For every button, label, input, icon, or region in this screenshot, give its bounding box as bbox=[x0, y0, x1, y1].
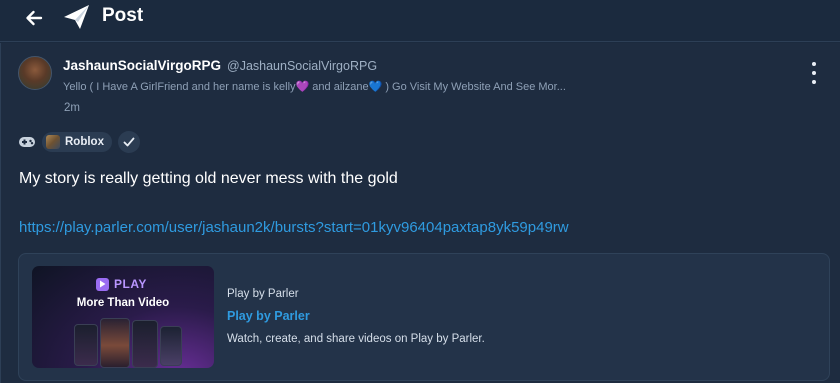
link-preview-thumbnail: PLAY More Than Video bbox=[32, 266, 214, 368]
link-title[interactable]: Play by Parler bbox=[227, 309, 310, 323]
verified-tag-button[interactable] bbox=[117, 131, 140, 153]
page-title: Post bbox=[102, 5, 144, 26]
gamepad-icon bbox=[19, 137, 35, 147]
purple-heart-icon: 💜 bbox=[295, 81, 310, 93]
arrow-left-icon bbox=[26, 10, 43, 26]
dot-icon bbox=[812, 80, 816, 84]
author-handle[interactable]: @JashaunSocialVirgoRPG bbox=[227, 59, 377, 73]
link-site-name: Play by Parler bbox=[227, 288, 299, 300]
play-brand-text: PLAY bbox=[114, 277, 147, 291]
author-display-name[interactable]: JashaunSocialVirgoRPG bbox=[63, 58, 221, 73]
dot-icon bbox=[812, 71, 816, 75]
phone-mockup bbox=[132, 320, 158, 368]
post-timestamp: 2m bbox=[64, 102, 80, 114]
thumbnail-headline: More Than Video bbox=[76, 297, 170, 309]
bio-text-middle: and ailzane bbox=[309, 81, 369, 93]
phone-mockup bbox=[160, 326, 182, 366]
parler-logo-icon bbox=[64, 5, 89, 29]
top-header: Post bbox=[0, 0, 840, 42]
blue-heart-icon: 💙 bbox=[368, 81, 383, 93]
back-button[interactable] bbox=[22, 6, 46, 30]
dot-icon bbox=[812, 62, 816, 66]
bio-text-end: ) Go Visit My Website And See Mor... bbox=[382, 81, 566, 93]
post-link[interactable]: https://play.parler.com/user/jashaun2k/b… bbox=[19, 219, 569, 236]
link-preview-card[interactable]: PLAY More Than Video Play by Parler Play… bbox=[18, 253, 830, 381]
tag-label: Roblox bbox=[65, 136, 104, 148]
post-body-text: My story is really getting old never mes… bbox=[19, 170, 398, 187]
phone-mockup bbox=[100, 318, 130, 368]
tags-row: Roblox bbox=[18, 131, 140, 153]
more-options-button[interactable] bbox=[804, 62, 824, 84]
post-card: JashaunSocialVirgoRPG @JashaunSocialVirg… bbox=[0, 43, 840, 383]
bio-text-start: Yello ( I Have A GirlFriend and her name… bbox=[63, 81, 296, 93]
tag-roblox[interactable]: Roblox bbox=[42, 132, 112, 152]
play-logo-icon bbox=[96, 277, 109, 291]
author-bio: Yello ( I Have A GirlFriend and her name… bbox=[63, 80, 633, 93]
link-description: Watch, create, and share videos on Play … bbox=[227, 333, 485, 345]
roblox-thumbnail bbox=[46, 135, 60, 149]
play-brand: PLAY bbox=[96, 277, 147, 291]
checkmark-icon bbox=[123, 137, 135, 147]
phone-mockup bbox=[74, 324, 98, 366]
avatar[interactable] bbox=[18, 56, 52, 90]
